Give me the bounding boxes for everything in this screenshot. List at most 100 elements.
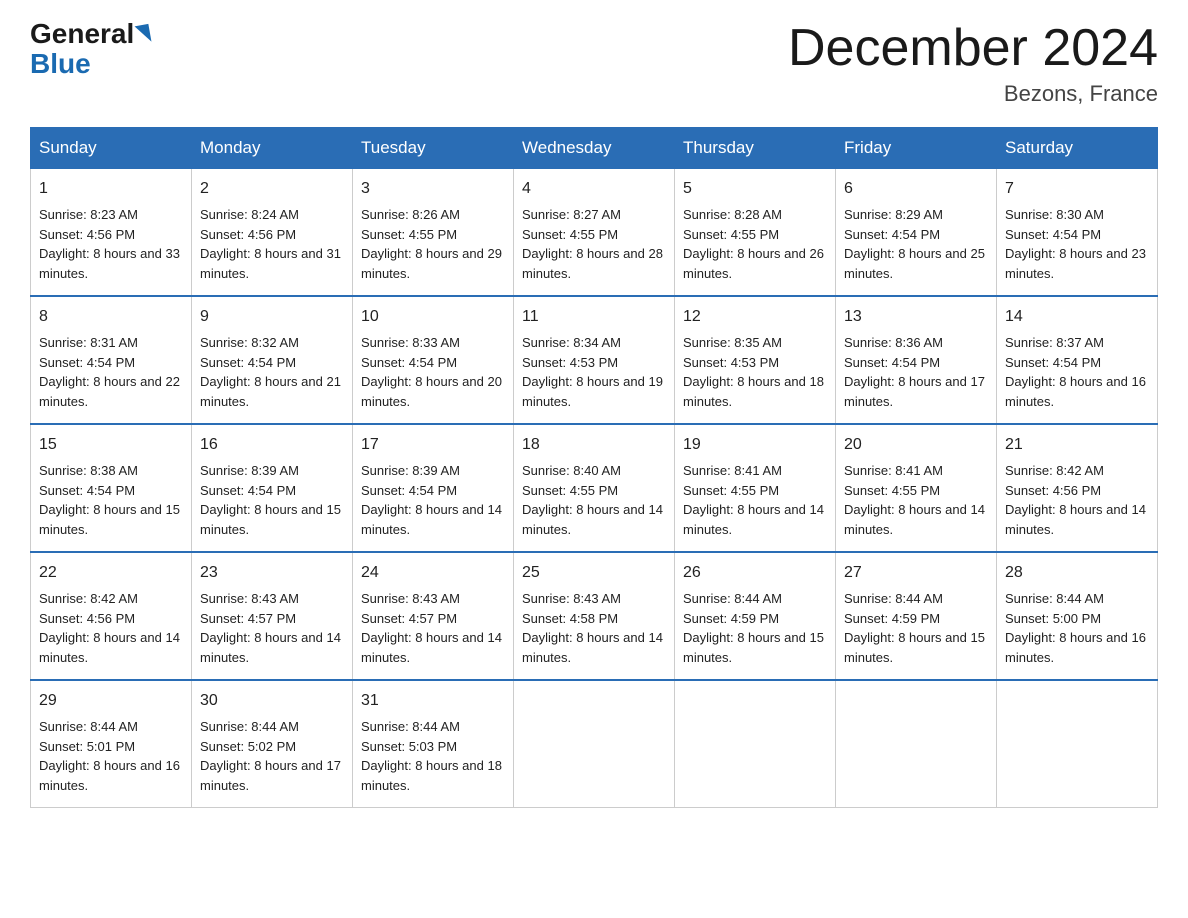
day-info: Sunrise: 8:39 AMSunset: 4:54 PMDaylight:…: [200, 463, 341, 537]
day-info: Sunrise: 8:28 AMSunset: 4:55 PMDaylight:…: [683, 207, 824, 281]
col-header-tuesday: Tuesday: [353, 128, 514, 169]
day-number: 1: [39, 177, 183, 201]
day-number: 19: [683, 433, 827, 457]
day-info: Sunrise: 8:44 AMSunset: 5:03 PMDaylight:…: [361, 719, 502, 793]
day-info: Sunrise: 8:32 AMSunset: 4:54 PMDaylight:…: [200, 335, 341, 409]
day-number: 12: [683, 305, 827, 329]
table-row: 19 Sunrise: 8:41 AMSunset: 4:55 PMDaylig…: [675, 424, 836, 552]
table-row: 16 Sunrise: 8:39 AMSunset: 4:54 PMDaylig…: [192, 424, 353, 552]
day-info: Sunrise: 8:27 AMSunset: 4:55 PMDaylight:…: [522, 207, 663, 281]
day-info: Sunrise: 8:44 AMSunset: 5:02 PMDaylight:…: [200, 719, 341, 793]
day-number: 31: [361, 689, 505, 713]
table-row: 17 Sunrise: 8:39 AMSunset: 4:54 PMDaylig…: [353, 424, 514, 552]
table-row: 21 Sunrise: 8:42 AMSunset: 4:56 PMDaylig…: [997, 424, 1158, 552]
day-number: 14: [1005, 305, 1149, 329]
day-info: Sunrise: 8:42 AMSunset: 4:56 PMDaylight:…: [1005, 463, 1146, 537]
day-info: Sunrise: 8:34 AMSunset: 4:53 PMDaylight:…: [522, 335, 663, 409]
table-row: [514, 680, 675, 808]
table-row: 2 Sunrise: 8:24 AMSunset: 4:56 PMDayligh…: [192, 169, 353, 297]
table-row: 26 Sunrise: 8:44 AMSunset: 4:59 PMDaylig…: [675, 552, 836, 680]
title-block: December 2024 Bezons, France: [788, 20, 1158, 107]
day-number: 22: [39, 561, 183, 585]
table-row: 14 Sunrise: 8:37 AMSunset: 4:54 PMDaylig…: [997, 296, 1158, 424]
table-row: 18 Sunrise: 8:40 AMSunset: 4:55 PMDaylig…: [514, 424, 675, 552]
calendar-week-row: 1 Sunrise: 8:23 AMSunset: 4:56 PMDayligh…: [31, 169, 1158, 297]
table-row: 30 Sunrise: 8:44 AMSunset: 5:02 PMDaylig…: [192, 680, 353, 808]
table-row: 24 Sunrise: 8:43 AMSunset: 4:57 PMDaylig…: [353, 552, 514, 680]
table-row: 1 Sunrise: 8:23 AMSunset: 4:56 PMDayligh…: [31, 169, 192, 297]
col-header-wednesday: Wednesday: [514, 128, 675, 169]
day-number: 26: [683, 561, 827, 585]
day-info: Sunrise: 8:41 AMSunset: 4:55 PMDaylight:…: [844, 463, 985, 537]
calendar-week-row: 22 Sunrise: 8:42 AMSunset: 4:56 PMDaylig…: [31, 552, 1158, 680]
col-header-monday: Monday: [192, 128, 353, 169]
table-row: [836, 680, 997, 808]
table-row: 13 Sunrise: 8:36 AMSunset: 4:54 PMDaylig…: [836, 296, 997, 424]
day-number: 11: [522, 305, 666, 329]
day-info: Sunrise: 8:44 AMSunset: 4:59 PMDaylight:…: [844, 591, 985, 665]
day-number: 4: [522, 177, 666, 201]
day-info: Sunrise: 8:42 AMSunset: 4:56 PMDaylight:…: [39, 591, 180, 665]
table-row: 31 Sunrise: 8:44 AMSunset: 5:03 PMDaylig…: [353, 680, 514, 808]
day-number: 21: [1005, 433, 1149, 457]
day-number: 10: [361, 305, 505, 329]
day-info: Sunrise: 8:44 AMSunset: 5:00 PMDaylight:…: [1005, 591, 1146, 665]
page-header: General Blue December 2024 Bezons, Franc…: [30, 20, 1158, 107]
day-info: Sunrise: 8:35 AMSunset: 4:53 PMDaylight:…: [683, 335, 824, 409]
day-info: Sunrise: 8:40 AMSunset: 4:55 PMDaylight:…: [522, 463, 663, 537]
day-info: Sunrise: 8:33 AMSunset: 4:54 PMDaylight:…: [361, 335, 502, 409]
day-number: 15: [39, 433, 183, 457]
calendar-table: Sunday Monday Tuesday Wednesday Thursday…: [30, 127, 1158, 808]
day-info: Sunrise: 8:26 AMSunset: 4:55 PMDaylight:…: [361, 207, 502, 281]
day-info: Sunrise: 8:41 AMSunset: 4:55 PMDaylight:…: [683, 463, 824, 537]
table-row: 5 Sunrise: 8:28 AMSunset: 4:55 PMDayligh…: [675, 169, 836, 297]
table-row: [997, 680, 1158, 808]
day-info: Sunrise: 8:37 AMSunset: 4:54 PMDaylight:…: [1005, 335, 1146, 409]
calendar-week-row: 8 Sunrise: 8:31 AMSunset: 4:54 PMDayligh…: [31, 296, 1158, 424]
table-row: 3 Sunrise: 8:26 AMSunset: 4:55 PMDayligh…: [353, 169, 514, 297]
table-row: 11 Sunrise: 8:34 AMSunset: 4:53 PMDaylig…: [514, 296, 675, 424]
calendar-header-row: Sunday Monday Tuesday Wednesday Thursday…: [31, 128, 1158, 169]
col-header-friday: Friday: [836, 128, 997, 169]
day-info: Sunrise: 8:30 AMSunset: 4:54 PMDaylight:…: [1005, 207, 1146, 281]
table-row: 22 Sunrise: 8:42 AMSunset: 4:56 PMDaylig…: [31, 552, 192, 680]
day-number: 16: [200, 433, 344, 457]
day-info: Sunrise: 8:29 AMSunset: 4:54 PMDaylight:…: [844, 207, 985, 281]
table-row: 29 Sunrise: 8:44 AMSunset: 5:01 PMDaylig…: [31, 680, 192, 808]
calendar-week-row: 15 Sunrise: 8:38 AMSunset: 4:54 PMDaylig…: [31, 424, 1158, 552]
table-row: 9 Sunrise: 8:32 AMSunset: 4:54 PMDayligh…: [192, 296, 353, 424]
col-header-sunday: Sunday: [31, 128, 192, 169]
day-info: Sunrise: 8:24 AMSunset: 4:56 PMDaylight:…: [200, 207, 341, 281]
table-row: 6 Sunrise: 8:29 AMSunset: 4:54 PMDayligh…: [836, 169, 997, 297]
day-number: 13: [844, 305, 988, 329]
day-info: Sunrise: 8:23 AMSunset: 4:56 PMDaylight:…: [39, 207, 180, 281]
day-number: 23: [200, 561, 344, 585]
col-header-saturday: Saturday: [997, 128, 1158, 169]
location: Bezons, France: [788, 81, 1158, 107]
month-title: December 2024: [788, 20, 1158, 77]
day-info: Sunrise: 8:43 AMSunset: 4:57 PMDaylight:…: [361, 591, 502, 665]
logo-blue-text: Blue: [30, 48, 91, 80]
table-row: 23 Sunrise: 8:43 AMSunset: 4:57 PMDaylig…: [192, 552, 353, 680]
day-number: 28: [1005, 561, 1149, 585]
col-header-thursday: Thursday: [675, 128, 836, 169]
day-info: Sunrise: 8:36 AMSunset: 4:54 PMDaylight:…: [844, 335, 985, 409]
day-number: 5: [683, 177, 827, 201]
calendar-week-row: 29 Sunrise: 8:44 AMSunset: 5:01 PMDaylig…: [31, 680, 1158, 808]
table-row: 7 Sunrise: 8:30 AMSunset: 4:54 PMDayligh…: [997, 169, 1158, 297]
table-row: 20 Sunrise: 8:41 AMSunset: 4:55 PMDaylig…: [836, 424, 997, 552]
day-number: 24: [361, 561, 505, 585]
table-row: 12 Sunrise: 8:35 AMSunset: 4:53 PMDaylig…: [675, 296, 836, 424]
day-number: 25: [522, 561, 666, 585]
day-number: 20: [844, 433, 988, 457]
day-info: Sunrise: 8:43 AMSunset: 4:58 PMDaylight:…: [522, 591, 663, 665]
table-row: 15 Sunrise: 8:38 AMSunset: 4:54 PMDaylig…: [31, 424, 192, 552]
table-row: 28 Sunrise: 8:44 AMSunset: 5:00 PMDaylig…: [997, 552, 1158, 680]
day-number: 29: [39, 689, 183, 713]
table-row: [675, 680, 836, 808]
day-info: Sunrise: 8:39 AMSunset: 4:54 PMDaylight:…: [361, 463, 502, 537]
table-row: 4 Sunrise: 8:27 AMSunset: 4:55 PMDayligh…: [514, 169, 675, 297]
day-number: 9: [200, 305, 344, 329]
logo-general-text: General: [30, 20, 134, 48]
table-row: 27 Sunrise: 8:44 AMSunset: 4:59 PMDaylig…: [836, 552, 997, 680]
